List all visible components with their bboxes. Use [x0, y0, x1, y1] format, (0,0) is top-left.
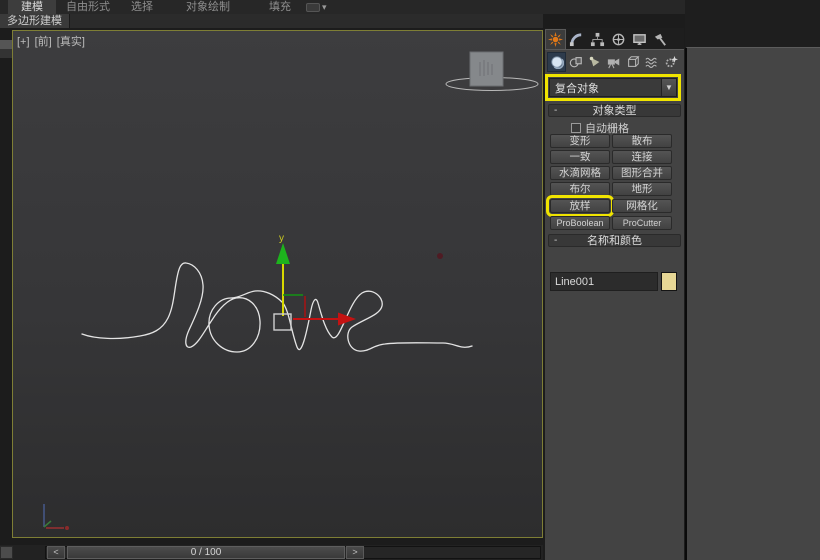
modify-icon	[569, 32, 582, 46]
next-frame-button[interactable]: >	[346, 546, 364, 559]
collapse-icon: -	[554, 235, 558, 246]
object-type-rollout-header[interactable]: - 对象类型	[548, 104, 681, 117]
cameras-category-button[interactable]	[604, 52, 623, 72]
name-color-rollout-header[interactable]: - 名称和颜色	[548, 234, 681, 247]
proboolean-button[interactable]: ProBoolean	[550, 216, 610, 230]
name-color-rollout-title: 名称和颜色	[587, 235, 642, 247]
utilities-tab[interactable]	[650, 29, 671, 49]
scatter-button[interactable]: 散布	[612, 134, 672, 148]
procutter-button[interactable]: ProCutter	[612, 216, 672, 230]
y-axis-label: y	[279, 233, 284, 244]
scene-red-marker	[437, 253, 443, 259]
dropdown-arrow-icon[interactable]: ▼	[661, 79, 676, 96]
mesher-button[interactable]: 网格化	[612, 199, 672, 213]
ribbon-tab-objectpaint[interactable]: 对象绘制	[180, 0, 236, 14]
3dsmax-window: 建模 自由形式 选择 对象绘制 填充 ▾ 多边形建模 [+] [前] [真实]	[0, 0, 820, 560]
object-type-rollout-title: 对象类型	[592, 105, 637, 117]
cameras-icon	[607, 58, 619, 69]
create-tab[interactable]	[545, 29, 566, 49]
conform-button[interactable]: 一致	[550, 150, 610, 164]
right-panel-gap	[685, 0, 820, 47]
systems-icon	[665, 55, 678, 68]
loft-button[interactable]: 放样	[546, 195, 614, 217]
left-toolbar-fragment	[0, 40, 12, 58]
terrain-button[interactable]: 地形	[612, 182, 672, 196]
subcategory-dropdown[interactable]: 复合对象 ▼	[545, 74, 681, 101]
create-categories	[547, 52, 682, 72]
connect-button[interactable]: 连接	[612, 150, 672, 164]
love-spline[interactable]	[81, 262, 473, 353]
systems-category-button[interactable]	[661, 52, 680, 72]
viewport-scene: y	[43, 51, 539, 530]
hierarchy-icon	[590, 32, 605, 46]
object-color-swatch[interactable]	[661, 272, 677, 291]
y-axis-arrowhead[interactable]	[276, 243, 290, 264]
object-name-input[interactable]	[550, 272, 658, 291]
time-slider-bar: < 0 / 100 >	[0, 545, 543, 560]
ribbon-tab-modeling[interactable]: 建模	[8, 0, 56, 14]
lights-category-button[interactable]	[585, 52, 604, 72]
shapemerge-button[interactable]: 图形合并	[612, 166, 672, 180]
chevron-down-icon: ▾	[322, 1, 327, 12]
ribbon-config-icon	[306, 2, 320, 12]
hierarchy-tab[interactable]	[587, 29, 608, 49]
helpers-category-button[interactable]	[623, 52, 642, 72]
transform-gizmo[interactable]: y	[273, 233, 356, 331]
ribbon-tab-freeform[interactable]: 自由形式	[56, 0, 120, 14]
geometry-category-button[interactable]	[547, 52, 566, 72]
autogrid-checkbox[interactable]	[571, 123, 581, 133]
time-slider-thumb[interactable]: 0 / 100	[67, 546, 345, 559]
shapes-icon	[569, 57, 582, 68]
display-tab[interactable]	[629, 29, 650, 49]
previous-frame-button[interactable]: <	[47, 546, 65, 559]
command-panel-empty-column	[685, 47, 820, 560]
ribbon-panel-polygon-modeling[interactable]: 多边形建模	[0, 14, 70, 28]
boolean-button[interactable]: 布尔	[550, 182, 610, 196]
motion-tab[interactable]	[608, 29, 629, 49]
ribbon-tab-populate[interactable]: 填充	[262, 0, 298, 14]
shapes-category-button[interactable]	[566, 52, 585, 72]
ribbon-config-button[interactable]: ▾	[306, 1, 327, 13]
ribbon-panel-bar: 多边形建模	[0, 14, 543, 28]
morph-button[interactable]: 变形	[550, 134, 610, 148]
command-panel: 复合对象 ▼ - 对象类型 自动栅格 变形 散布 一致 连接 水滴网格 图形合并…	[545, 49, 684, 560]
motion-icon	[612, 33, 625, 45]
subcategory-dropdown-value: 复合对象	[555, 82, 599, 95]
viewport-front[interactable]: [+] [前] [真实] y	[12, 30, 543, 538]
lights-icon	[589, 56, 599, 67]
create-icon	[548, 32, 563, 47]
collapse-icon: -	[554, 105, 558, 116]
command-panel-tabs	[545, 28, 684, 49]
world-axis-tripod	[43, 504, 69, 530]
helpers-icon	[627, 56, 640, 67]
blobmesh-button[interactable]: 水滴网格	[550, 166, 610, 180]
timeline-corner-box	[0, 546, 13, 559]
utilities-icon	[654, 33, 666, 46]
geometry-icon	[550, 56, 564, 69]
spacewarps-icon	[644, 57, 657, 68]
display-icon	[633, 33, 646, 45]
scene-cube-object[interactable]	[469, 51, 504, 87]
spacewarps-category-button[interactable]	[642, 52, 661, 72]
modify-tab[interactable]	[566, 29, 587, 49]
ribbon-tab-selection[interactable]: 选择	[122, 0, 162, 14]
